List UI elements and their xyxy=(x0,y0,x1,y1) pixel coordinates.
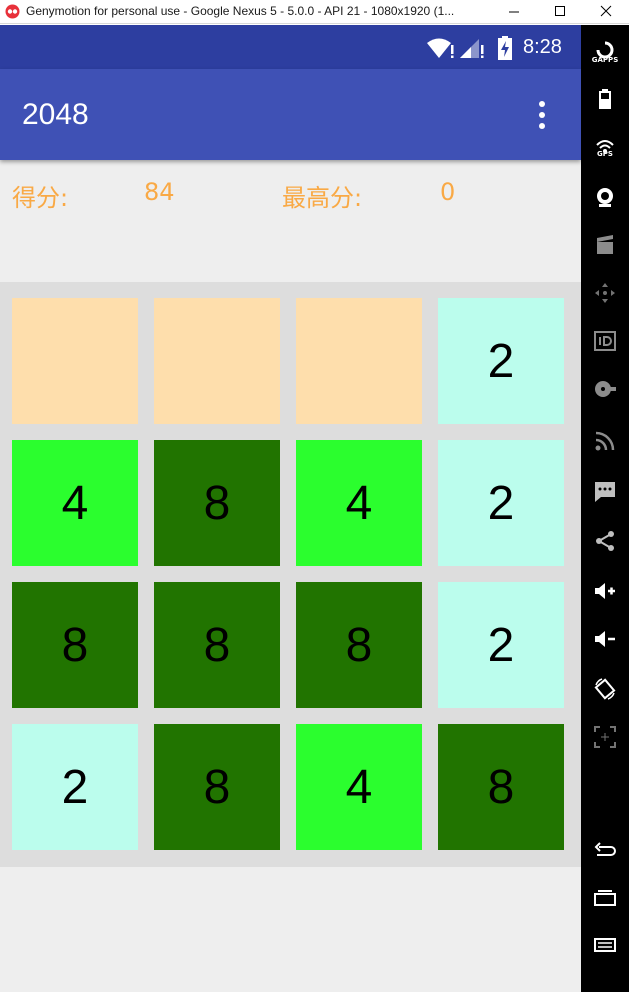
recent-apps-icon[interactable] xyxy=(593,885,617,909)
back-icon[interactable] xyxy=(593,837,617,861)
game-tile: 4 xyxy=(296,724,422,850)
game-tile: 8 xyxy=(154,440,280,566)
game-board[interactable]: 2484288822848 xyxy=(0,282,581,867)
game-tile xyxy=(296,298,422,424)
rotate-icon[interactable] xyxy=(593,677,617,701)
game-tile: 8 xyxy=(438,724,564,850)
window-title: Genymotion for personal use - Google Nex… xyxy=(26,4,455,18)
status-bar: 8:28 xyxy=(0,25,581,69)
game-tile xyxy=(154,298,280,424)
minimize-icon xyxy=(509,11,519,13)
game-tile: 2 xyxy=(438,582,564,708)
score-value: 84 xyxy=(144,178,175,206)
game-tile xyxy=(12,298,138,424)
video-icon[interactable] xyxy=(593,233,617,257)
window-title-bar: Genymotion for personal use - Google Nex… xyxy=(0,0,629,24)
id-icon[interactable] xyxy=(593,329,617,353)
rss-icon[interactable] xyxy=(593,429,617,453)
camera-icon[interactable] xyxy=(593,185,617,209)
disk-icon[interactable] xyxy=(593,377,617,401)
app-bar: 2048 xyxy=(0,69,581,160)
game-tile: 8 xyxy=(154,724,280,850)
best-score-label: 最高分: xyxy=(282,184,363,212)
game-tile: 8 xyxy=(12,582,138,708)
sms-icon[interactable] xyxy=(593,479,617,503)
device-screen: 8:28 2048 得分: 84 最高分: 0 2484288822848 xyxy=(0,25,581,992)
game-tile: 2 xyxy=(438,440,564,566)
share-icon[interactable] xyxy=(593,529,617,553)
menu-icon[interactable] xyxy=(593,935,617,959)
genymotion-logo-icon xyxy=(5,4,20,19)
game-tile: 8 xyxy=(296,582,422,708)
battery-icon[interactable] xyxy=(593,87,617,111)
maximize-icon xyxy=(555,6,565,16)
game-tile: 2 xyxy=(12,724,138,850)
best-score-value: 0 xyxy=(440,178,456,206)
gps-label: GPS xyxy=(597,150,613,158)
overflow-menu-button[interactable] xyxy=(532,99,552,131)
wifi-icon xyxy=(427,38,454,58)
close-icon xyxy=(600,5,612,17)
game-tile: 4 xyxy=(296,440,422,566)
gapps-label: GAPPS xyxy=(591,56,619,64)
status-time: 8:28 xyxy=(523,36,562,58)
volume-up-icon[interactable] xyxy=(593,579,617,603)
minimize-button[interactable] xyxy=(491,0,537,24)
game-tile: 4 xyxy=(12,440,138,566)
score-label: 得分: xyxy=(12,184,69,212)
cell-signal-icon xyxy=(460,39,484,58)
dpad-icon[interactable] xyxy=(593,281,617,305)
maximize-button[interactable] xyxy=(537,0,583,24)
emulator-sidebar: GAPPS GPS xyxy=(581,25,629,992)
volume-down-icon[interactable] xyxy=(593,627,617,651)
close-button[interactable] xyxy=(583,0,629,24)
battery-charging-icon xyxy=(498,36,512,60)
game-tile: 8 xyxy=(154,582,280,708)
scale-icon[interactable] xyxy=(593,725,617,749)
game-tile: 2 xyxy=(438,298,564,424)
app-title: 2048 xyxy=(22,98,89,131)
